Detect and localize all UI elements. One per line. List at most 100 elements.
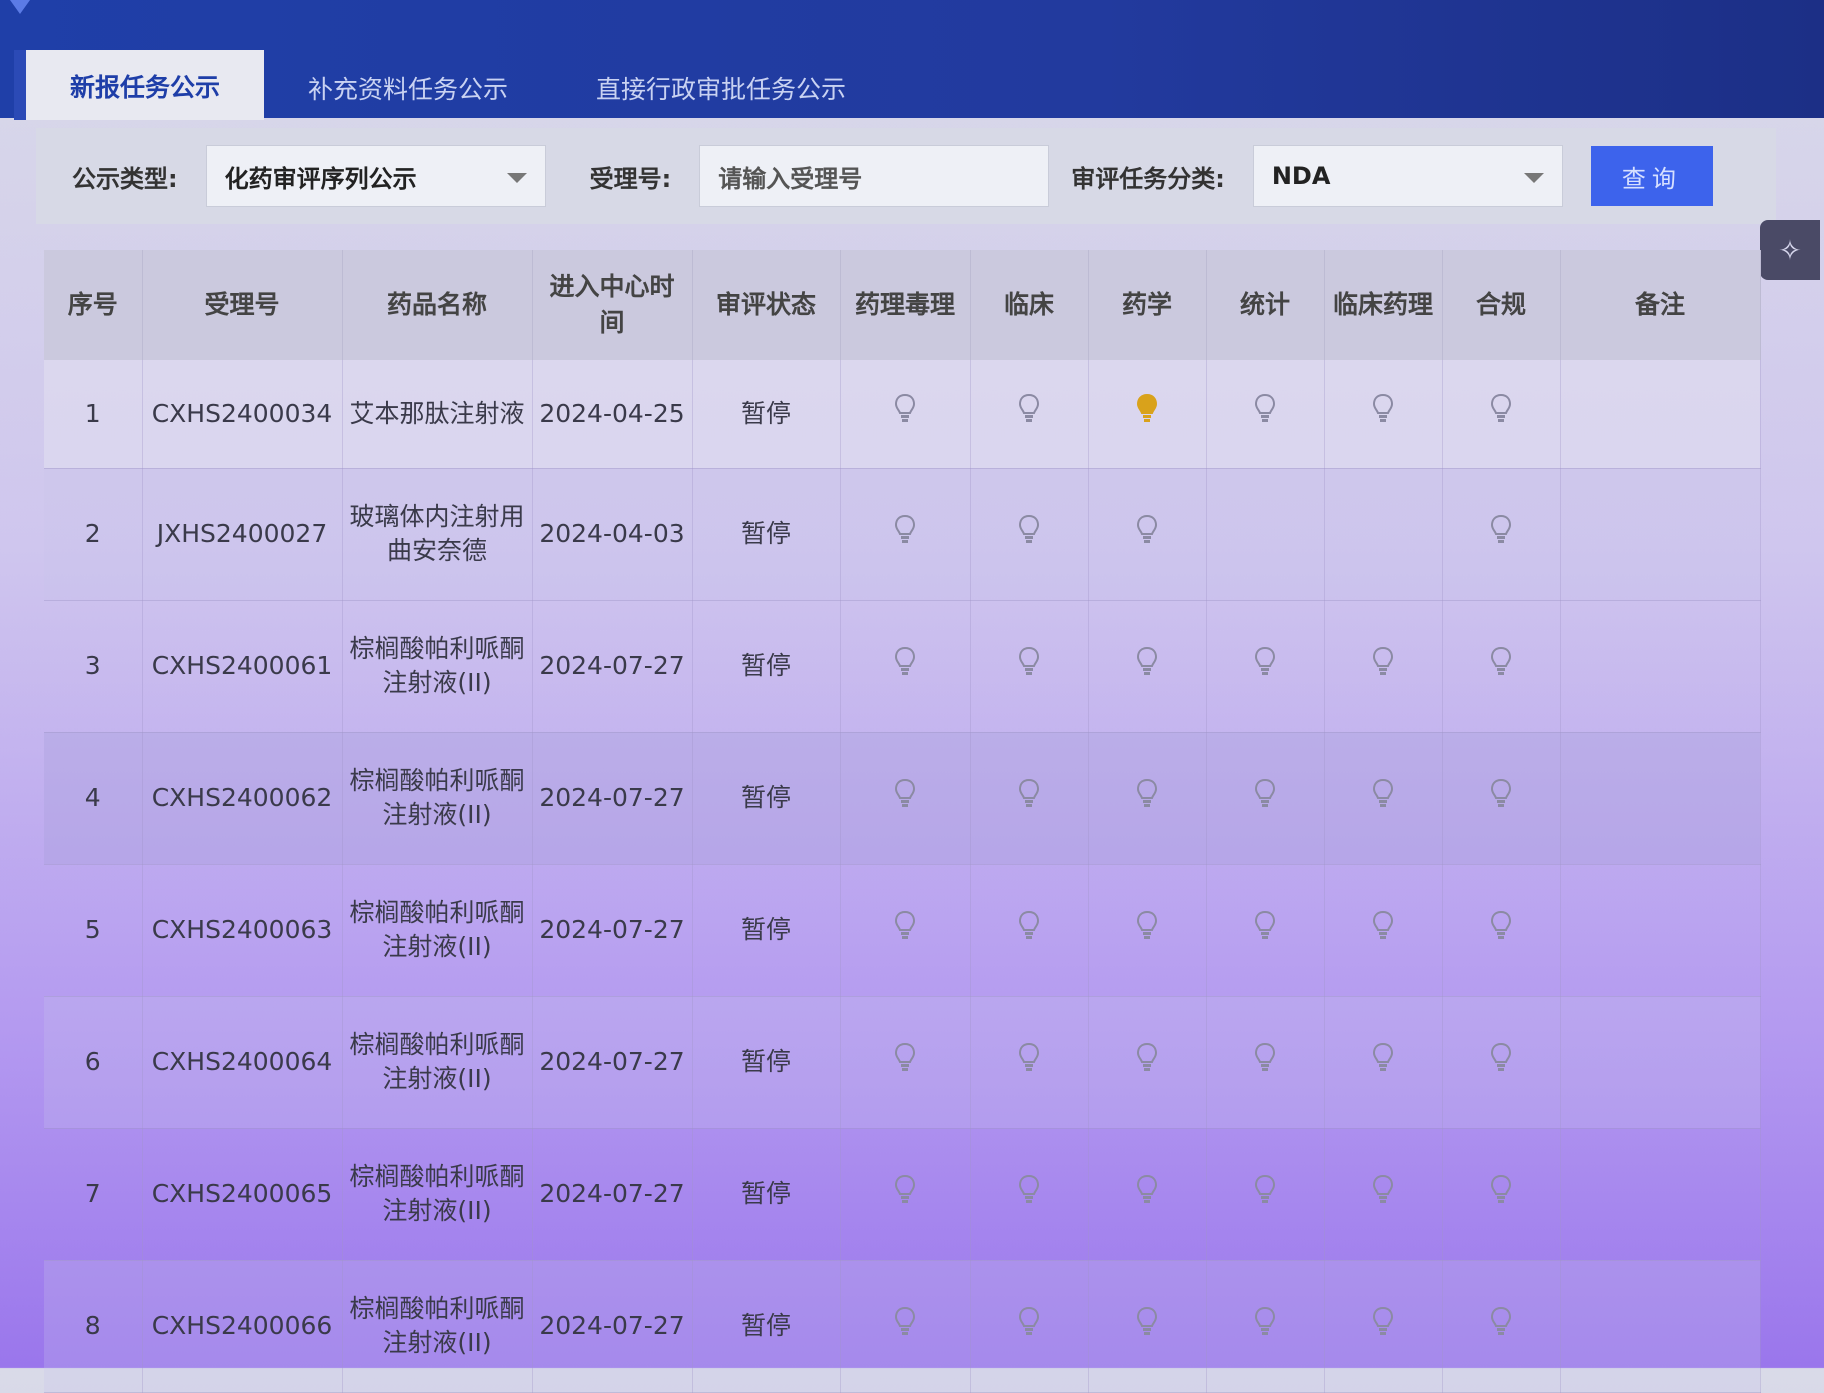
row-drug-name: 玻璃体内注射用曲安奈德: [342, 468, 533, 601]
lightbulb-icon[interactable]: [1373, 1306, 1393, 1337]
table-row[interactable]: 8 CXHS2400066 棕榈酸帕利哌酮注射液(II) 2024-07-27 暂停: [44, 1260, 1761, 1393]
row-status: 暂停: [692, 360, 841, 469]
lightbulb-icon[interactable]: [1373, 394, 1393, 424]
lightbulb-icon[interactable]: [1255, 394, 1275, 424]
row-remark: [1560, 600, 1761, 733]
lightbulb-icon[interactable]: [1019, 1042, 1039, 1073]
lightbulb-icon[interactable]: [1373, 778, 1393, 809]
tab-direct-approval-task[interactable]: 直接行政审批任务公示: [552, 60, 890, 120]
row-status: 暂停: [692, 468, 841, 601]
lightbulb-icon[interactable]: [1255, 910, 1275, 941]
lightbulb-icon[interactable]: [1137, 910, 1157, 941]
review-cell: [840, 864, 971, 997]
row-accept-no: JXHS2400027: [142, 468, 343, 601]
col-clinical: 临床: [970, 250, 1089, 360]
row-status: 暂停: [692, 732, 841, 865]
lightbulb-icon[interactable]: [1137, 514, 1157, 545]
review-cell: [840, 732, 971, 865]
lightbulb-icon[interactable]: [895, 646, 915, 677]
lightbulb-icon[interactable]: [1255, 646, 1275, 677]
lightbulb-icon[interactable]: [1491, 1306, 1511, 1337]
row-remark: [1560, 360, 1761, 469]
lightbulb-icon[interactable]: [895, 1306, 915, 1337]
lightbulb-icon[interactable]: [895, 394, 915, 424]
accept-input[interactable]: 请输入受理号: [699, 145, 1050, 207]
lightbulb-icon[interactable]: [1137, 646, 1157, 677]
magic-wand-icon[interactable]: ✧: [1760, 220, 1820, 280]
tab-new-task[interactable]: 新报任务公示: [14, 50, 265, 120]
col-clin-pharm: 临床药理: [1324, 250, 1443, 360]
review-cell: [1442, 1260, 1561, 1393]
lightbulb-icon[interactable]: [1491, 1174, 1511, 1205]
review-cell: [1324, 1128, 1443, 1261]
lightbulb-icon[interactable]: [895, 910, 915, 941]
review-cell: [1324, 1260, 1443, 1393]
lightbulb-icon[interactable]: [1019, 910, 1039, 941]
review-cell: [1442, 732, 1561, 865]
review-cell: [970, 732, 1089, 865]
collapse-arrow-icon[interactable]: [10, 0, 30, 14]
lightbulb-icon[interactable]: [1491, 778, 1511, 809]
lightbulb-icon[interactable]: [1137, 394, 1157, 424]
review-cell: [1324, 864, 1443, 997]
tab-supplement-task[interactable]: 补充资料任务公示: [264, 60, 552, 120]
row-remark: [1560, 996, 1761, 1129]
accept-placeholder: 请输入受理号: [718, 164, 863, 193]
review-cell: [970, 468, 1089, 601]
lightbulb-icon[interactable]: [1137, 1174, 1157, 1205]
lightbulb-icon[interactable]: [1137, 778, 1157, 809]
lightbulb-icon[interactable]: [1137, 1042, 1157, 1073]
lightbulb-icon[interactable]: [1491, 910, 1511, 941]
table-row[interactable]: 1 CXHS2400034 艾本那肽注射液 2024-04-25 暂停: [44, 360, 1761, 469]
col-accept-no: 受理号: [142, 250, 343, 360]
lightbulb-icon[interactable]: [1019, 778, 1039, 809]
lightbulb-icon[interactable]: [1491, 646, 1511, 677]
review-cell: [1088, 732, 1207, 865]
lightbulb-icon[interactable]: [1373, 646, 1393, 677]
lightbulb-icon[interactable]: [1491, 514, 1511, 545]
table-row[interactable]: 5 CXHS2400063 棕榈酸帕利哌酮注射液(II) 2024-07-27 暂停: [44, 864, 1761, 997]
lightbulb-icon[interactable]: [1019, 1306, 1039, 1337]
accept-label: 受理号:: [589, 164, 672, 193]
table-row[interactable]: 7 CXHS2400065 棕榈酸帕利哌酮注射液(II) 2024-07-27 暂停: [44, 1128, 1761, 1261]
lightbulb-icon[interactable]: [1019, 514, 1039, 545]
lightbulb-icon[interactable]: [1373, 1174, 1393, 1205]
category-select-value: NDA: [1271, 162, 1331, 190]
filter-bar: 公示类型: 化药审评序列公示 受理号: 请输入受理号 审评任务分类: NDA 查…: [36, 128, 1776, 224]
lightbulb-icon[interactable]: [1255, 1306, 1275, 1337]
type-select[interactable]: 化药审评序列公示: [205, 145, 546, 207]
lightbulb-icon[interactable]: [1255, 778, 1275, 809]
lightbulb-icon[interactable]: [1373, 910, 1393, 941]
row-seq: 6: [44, 996, 143, 1129]
review-cell: [1324, 732, 1443, 865]
row-enter-time: 2024-07-27: [532, 996, 693, 1129]
category-select[interactable]: NDA: [1252, 145, 1563, 207]
table-row[interactable]: 4 CXHS2400062 棕榈酸帕利哌酮注射液(II) 2024-07-27 暂停: [44, 732, 1761, 865]
lightbulb-icon[interactable]: [895, 1042, 915, 1073]
query-button[interactable]: 查询: [1590, 146, 1713, 206]
lightbulb-icon[interactable]: [1019, 646, 1039, 677]
row-accept-no: CXHS2400064: [142, 996, 343, 1129]
header-bar: 新报任务公示 补充资料任务公示 直接行政审批任务公示: [0, 0, 1824, 120]
table-row[interactable]: 2 JXHS2400027 玻璃体内注射用曲安奈德 2024-04-03 暂停: [44, 468, 1761, 601]
lightbulb-icon[interactable]: [1255, 1042, 1275, 1073]
lightbulb-icon[interactable]: [1137, 1306, 1157, 1337]
review-cell: [1442, 468, 1561, 601]
lightbulb-icon[interactable]: [895, 1174, 915, 1205]
lightbulb-icon[interactable]: [1255, 1174, 1275, 1205]
lightbulb-icon[interactable]: [895, 778, 915, 809]
review-cell: [1442, 996, 1561, 1129]
lightbulb-icon[interactable]: [1019, 394, 1039, 424]
table-row[interactable]: 3 CXHS2400061 棕榈酸帕利哌酮注射液(II) 2024-07-27 暂停: [44, 600, 1761, 733]
col-pharmacy: 药学: [1088, 250, 1207, 360]
lightbulb-icon[interactable]: [895, 514, 915, 545]
col-status: 审评状态: [692, 250, 841, 360]
review-cell: [1206, 996, 1325, 1129]
table-row[interactable]: 6 CXHS2400064 棕榈酸帕利哌酮注射液(II) 2024-07-27 暂停: [44, 996, 1761, 1129]
col-remark: 备注: [1560, 250, 1761, 360]
review-cell: [1206, 1128, 1325, 1261]
lightbulb-icon[interactable]: [1491, 1042, 1511, 1073]
lightbulb-icon[interactable]: [1373, 1042, 1393, 1073]
lightbulb-icon[interactable]: [1019, 1174, 1039, 1205]
lightbulb-icon[interactable]: [1491, 394, 1511, 424]
